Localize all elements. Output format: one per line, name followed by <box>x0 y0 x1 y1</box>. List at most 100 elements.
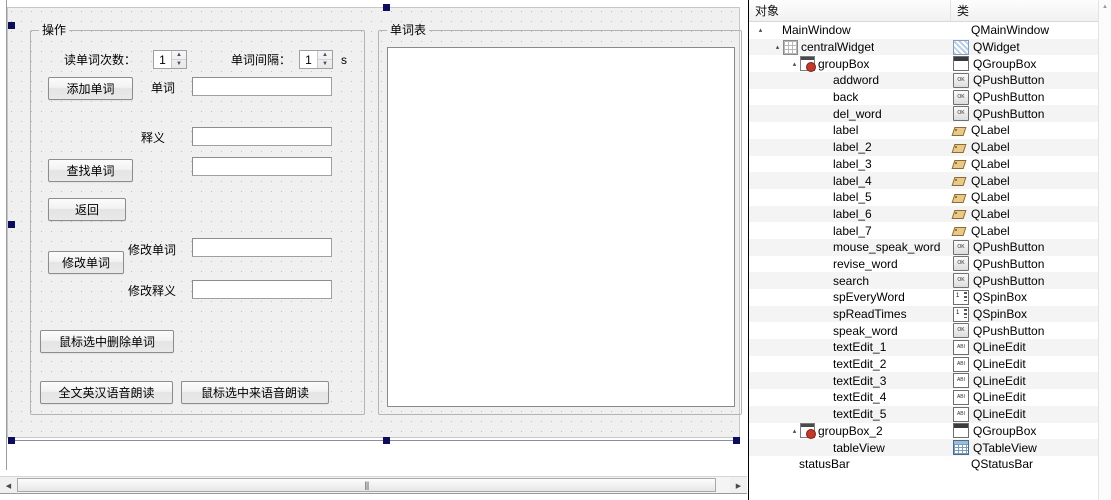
button-delete-selected-word[interactable]: 鼠标选中删除单词 <box>40 330 174 353</box>
expander-triangle-icon[interactable]: ▴ <box>789 425 800 436</box>
button-speak-all[interactable]: 全文英汉语音朗读 <box>40 381 173 404</box>
tree-row[interactable]: spEveryWord QSpinBox <box>749 289 1111 306</box>
editor-hscroll-thumb[interactable]: ||| <box>17 478 716 492</box>
object-inspector-panel[interactable]: 对象 类 ▴ MainWindow QMainWindow ▴ centralWidge… <box>748 0 1111 500</box>
tree-row-object-cell[interactable]: revise_word <box>749 256 951 273</box>
tree-row-object-cell[interactable]: ▴ groupBox <box>749 55 951 73</box>
tree-row-object-cell[interactable]: label_4 <box>749 172 951 189</box>
tree-row[interactable]: spReadTimes QSpinBox <box>749 305 1111 323</box>
tree-row[interactable]: ▴ groupBox QGroupBox <box>749 55 1111 73</box>
button-search-word[interactable]: 查找单词 <box>48 159 133 182</box>
tree-row-object-cell[interactable]: back <box>749 89 951 106</box>
tree-row[interactable]: ▴ centralWidget QWidget <box>749 38 1111 56</box>
lineedit-meaning[interactable] <box>192 127 332 146</box>
object-tree[interactable]: ▴ MainWindow QMainWindow ▴ centralWidget QWid… <box>749 22 1111 500</box>
tree-row[interactable]: search QPushButton <box>749 272 1111 289</box>
tree-row-object-cell[interactable]: ▴ MainWindow <box>749 22 951 39</box>
tree-row-object-cell[interactable]: spEveryWord <box>749 289 951 306</box>
tree-row[interactable]: label_4 QLabel <box>749 172 1111 189</box>
tree-row[interactable]: textEdit_5 QLineEdit <box>749 405 1111 423</box>
expander-triangle-icon[interactable]: ▴ <box>772 42 783 53</box>
tree-row-object-cell[interactable]: ▴ centralWidget <box>749 39 951 56</box>
tree-row[interactable]: label_7 QLabel <box>749 222 1111 239</box>
tree-row[interactable]: del_word QPushButton <box>749 105 1111 123</box>
expander-triangle-icon[interactable]: ▴ <box>755 25 766 36</box>
tree-row-object-cell[interactable]: statusBar <box>749 456 951 473</box>
tree-row[interactable]: back QPushButton <box>749 89 1111 106</box>
tree-row-object-cell[interactable]: label_3 <box>749 156 951 173</box>
tree-row-object-cell[interactable]: search <box>749 272 951 289</box>
button-back[interactable]: 返回 <box>48 198 126 221</box>
editor-hscroll-track[interactable]: ||| <box>17 477 730 494</box>
groupbox-operation[interactable]: 操作 读单词次数： 1 ▲ ▼ 单词间隔： 1 ▲ ▼ s 添加单词 单词 释义… <box>30 23 365 415</box>
tree-row-object-cell[interactable]: ▴ groupBox_2 <box>749 423 951 440</box>
designed-main-window[interactable]: 操作 读单词次数： 1 ▲ ▼ 单词间隔： 1 ▲ ▼ s 添加单词 单词 释义… <box>7 7 742 438</box>
tree-row[interactable]: label QLabel <box>749 122 1111 139</box>
tree-row-object-cell[interactable]: speak_word <box>749 322 951 339</box>
tree-row-object-cell[interactable]: label_5 <box>749 189 951 206</box>
tableview-word-list[interactable] <box>387 47 735 407</box>
scroll-right-arrow-icon[interactable]: ▶ <box>730 477 747 494</box>
tree-row-object-cell[interactable]: textEdit_1 <box>749 339 951 356</box>
tree-row[interactable]: revise_word QPushButton <box>749 256 1111 273</box>
tree-row-object-cell[interactable]: textEdit_5 <box>749 406 951 423</box>
lineedit-revise-word[interactable] <box>192 238 332 257</box>
central-widget-surface[interactable]: 操作 读单词次数： 1 ▲ ▼ 单词间隔： 1 ▲ ▼ s 添加单词 单词 释义… <box>8 8 742 437</box>
tree-row-object-cell[interactable]: label <box>749 122 951 139</box>
spinbox-read-times[interactable]: 1 ▲ ▼ <box>153 50 187 69</box>
button-revise-word[interactable]: 修改单词 <box>48 251 124 274</box>
tree-row[interactable]: label_6 QLabel <box>749 205 1111 223</box>
tree-row-object-cell[interactable]: label_7 <box>749 222 951 239</box>
column-header-class[interactable]: 类 <box>951 0 1111 21</box>
column-header-object[interactable]: 对象 <box>749 0 951 21</box>
spin-up-icon[interactable]: ▲ <box>318 51 332 60</box>
spinbox-read-times-buttons[interactable]: ▲ ▼ <box>171 51 186 68</box>
spin-down-icon[interactable]: ▼ <box>172 60 186 68</box>
tree-row-object-cell[interactable]: addword <box>749 72 951 89</box>
button-speak-selected[interactable]: 鼠标选中来语音朗读 <box>181 381 329 404</box>
selection-handle-top-center[interactable] <box>383 4 390 11</box>
selection-handle-bottom-center[interactable] <box>383 437 390 444</box>
tree-row[interactable]: addword QPushButton <box>749 72 1111 89</box>
spin-down-icon[interactable]: ▼ <box>318 60 332 68</box>
selection-handle-bottom-left[interactable] <box>8 437 15 444</box>
tree-row-object-cell[interactable]: tableView <box>749 439 951 456</box>
tree-row-object-cell[interactable]: mouse_speak_word <box>749 239 951 256</box>
tree-row[interactable]: tableView QTableView <box>749 439 1111 456</box>
selection-handle-bottom-right[interactable] <box>733 437 740 444</box>
selection-handle-top-left[interactable] <box>8 22 15 29</box>
tree-row[interactable]: textEdit_3 QLineEdit <box>749 372 1111 390</box>
scroll-left-arrow-icon[interactable]: ◀ <box>0 477 17 494</box>
lineedit-word[interactable] <box>192 77 332 96</box>
tree-row-object-cell[interactable]: label_2 <box>749 139 951 156</box>
tree-row[interactable]: textEdit_4 QLineEdit <box>749 389 1111 406</box>
spin-up-icon[interactable]: ▲ <box>172 51 186 60</box>
tree-row-object-cell[interactable]: del_word <box>749 105 951 122</box>
expander-triangle-icon[interactable]: ▴ <box>789 58 800 69</box>
tree-row[interactable]: speak_word QPushButton <box>749 322 1111 339</box>
inspector-vertical-scrollbar[interactable]: ▲ <box>1098 0 1111 500</box>
tree-row-object-cell[interactable]: textEdit_3 <box>749 372 951 389</box>
editor-horizontal-scrollbar[interactable]: ◀ ||| ▶ <box>0 476 747 494</box>
button-add-word[interactable]: 添加单词 <box>48 77 133 100</box>
tree-row[interactable]: label_2 QLabel <box>749 138 1111 156</box>
form-editor-canvas[interactable]: 操作 读单词次数： 1 ▲ ▼ 单词间隔： 1 ▲ ▼ s 添加单词 单词 释义… <box>0 0 747 500</box>
tree-row-object-cell[interactable]: textEdit_4 <box>749 389 951 406</box>
lineedit-revise-meaning[interactable] <box>192 280 332 299</box>
tree-row[interactable]: statusBar QStatusBar <box>749 456 1111 473</box>
tree-row-object-cell[interactable]: spReadTimes <box>749 306 951 323</box>
tree-row[interactable]: textEdit_2 QLineEdit <box>749 356 1111 373</box>
spinbox-word-interval[interactable]: 1 ▲ ▼ <box>299 50 333 69</box>
tree-row[interactable]: label_5 QLabel <box>749 189 1111 206</box>
tree-row[interactable]: ▴ groupBox_2 QGroupBox <box>749 423 1111 440</box>
tree-row[interactable]: ▴ MainWindow QMainWindow <box>749 22 1111 39</box>
groupbox-word-list[interactable]: 单词表 <box>378 23 742 415</box>
tree-row[interactable]: label_3 QLabel <box>749 156 1111 173</box>
tree-row[interactable]: mouse_speak_word QPushButton <box>749 238 1111 256</box>
tree-row[interactable]: textEdit_1 QLineEdit <box>749 339 1111 356</box>
lineedit-search-result[interactable] <box>192 157 332 176</box>
tree-row-object-cell[interactable]: label_6 <box>749 206 951 223</box>
selection-handle-middle-left[interactable] <box>8 221 15 228</box>
scroll-up-arrow-icon[interactable]: ▲ <box>1099 0 1111 13</box>
tree-row-object-cell[interactable]: textEdit_2 <box>749 356 951 373</box>
